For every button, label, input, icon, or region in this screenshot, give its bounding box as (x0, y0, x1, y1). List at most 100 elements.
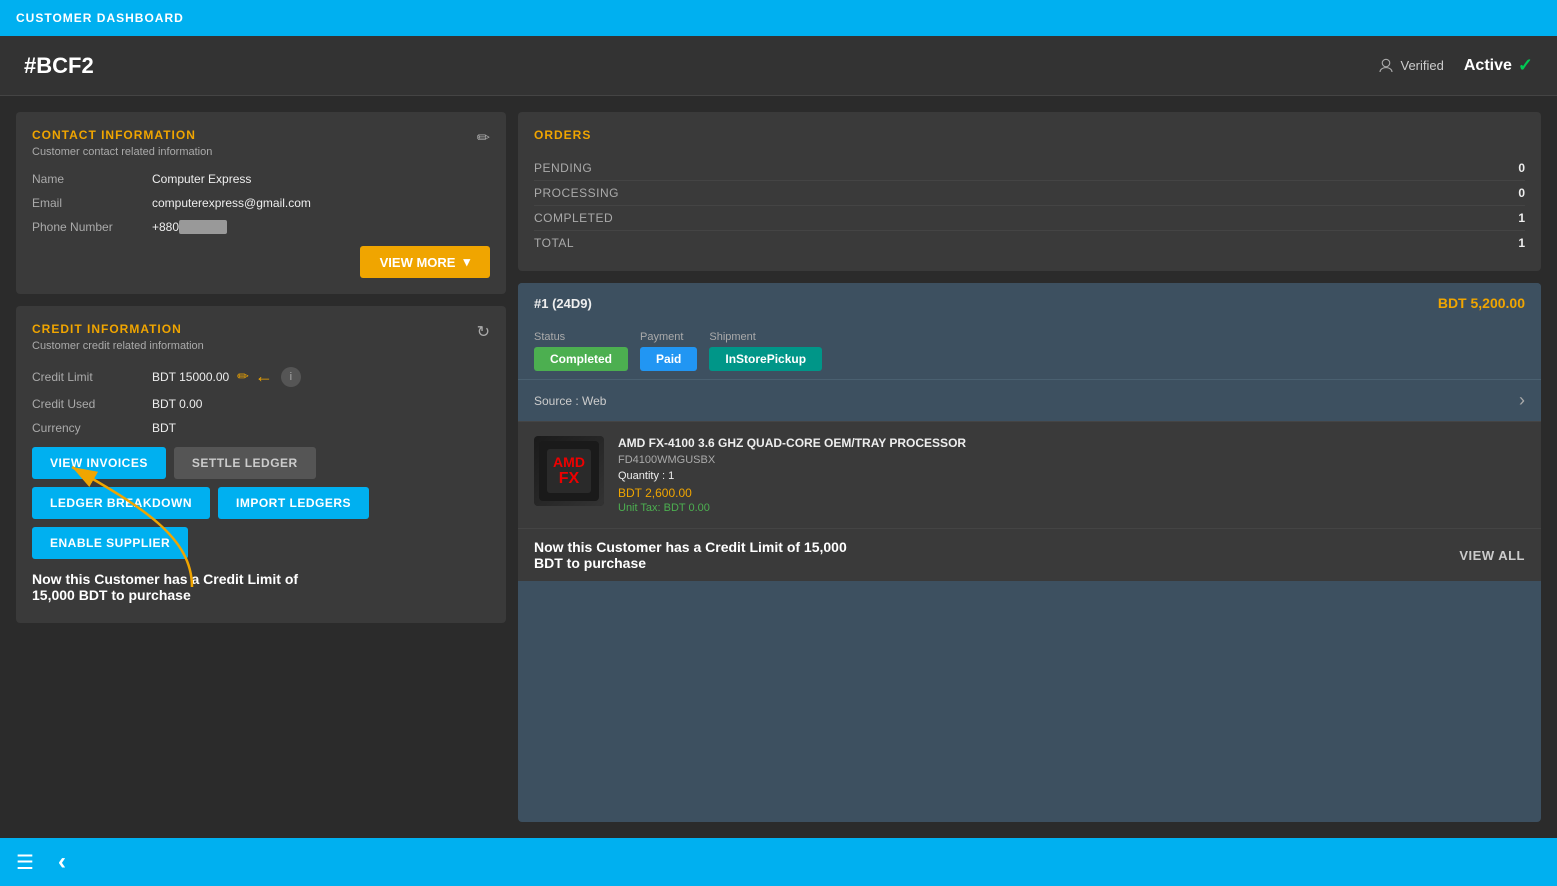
currency-label: Currency (32, 421, 152, 435)
view-more-button[interactable]: VIEW MORE ▾ (360, 246, 490, 278)
credit-subtitle: Customer credit related information (32, 340, 204, 352)
back-icon[interactable]: ‹ (58, 848, 66, 876)
credit-used-label: Credit Used (32, 397, 152, 411)
order-id: #1 (24D9) (534, 296, 592, 311)
orders-card: ORDERS PENDING 0 PROCESSING 0 COMPLETED … (518, 112, 1541, 271)
email-label: Email (32, 196, 152, 210)
completed-label: COMPLETED (534, 211, 613, 225)
customer-id: #BCF2 (24, 53, 94, 79)
phone-row: Phone Number +880 (32, 220, 490, 234)
menu-icon[interactable]: ☰ (16, 850, 34, 875)
credit-limit-value: BDT 15000.00 (152, 370, 229, 384)
pending-label: PENDING (534, 161, 592, 175)
credit-limit-row: Credit Limit BDT 15000.00 ✏ ← i (32, 366, 490, 387)
contact-edit-button[interactable]: ✏ (477, 128, 490, 148)
order-amount: BDT 5,200.00 (1438, 295, 1525, 311)
settle-ledger-button[interactable]: SETTLE LEDGER (174, 447, 316, 479)
header-row: #BCF2 Verified Active ✓ (0, 36, 1557, 96)
orders-processing-row: PROCESSING 0 (534, 181, 1525, 206)
app-title: CUSTOMER DASHBOARD (16, 11, 184, 25)
payment-label: Payment (640, 331, 697, 343)
product-quantity: Quantity : 1 (618, 470, 1525, 482)
contact-subtitle: Customer contact related information (32, 146, 212, 158)
status-label: Status (534, 331, 628, 343)
orders-table: PENDING 0 PROCESSING 0 COMPLETED 1 TOTAL… (534, 156, 1525, 255)
svg-text:FX: FX (559, 470, 580, 487)
orders-pending-row: PENDING 0 (534, 156, 1525, 181)
header-right: Verified Active ✓ (1377, 55, 1534, 76)
annotation-bottom: Now this Customer has a Credit Limit of … (534, 539, 874, 571)
credit-card: CREDIT INFORMATION Customer credit relat… (16, 306, 506, 623)
product-info: AMD FX-4100 3.6 GHZ QUAD-CORE OEM/TRAY P… (618, 436, 1525, 514)
arrow-right-icon: ← (255, 366, 273, 387)
product-image: AMD FX (534, 436, 604, 506)
verified-badge: Verified (1377, 57, 1444, 75)
order-detail-card: #1 (24D9) BDT 5,200.00 Status Completed … (518, 283, 1541, 822)
credit-used-row: Credit Used BDT 0.00 (32, 397, 490, 411)
svg-text:AMD: AMD (553, 454, 585, 470)
view-invoices-button[interactable]: VIEW INVOICES (32, 447, 166, 479)
main-content: CONTACT INFORMATION Customer contact rel… (0, 96, 1557, 838)
active-badge: Active ✓ (1464, 55, 1533, 76)
active-label: Active (1464, 57, 1512, 75)
right-panel: ORDERS PENDING 0 PROCESSING 0 COMPLETED … (518, 112, 1541, 822)
product-price: BDT 2,600.00 (618, 486, 1525, 500)
name-label: Name (32, 172, 152, 186)
status-badge: Completed (534, 347, 628, 371)
name-value: Computer Express (152, 172, 251, 186)
status-col: Status Completed (534, 331, 628, 371)
annotation-bottom-text: Now this Customer has a Credit Limit of … (534, 539, 847, 571)
phone-prefix: +880 (152, 220, 179, 234)
phone-blur (179, 220, 227, 234)
contact-card: CONTACT INFORMATION Customer contact rel… (16, 112, 506, 294)
view-all-button[interactable]: VIEW ALL (1459, 548, 1525, 563)
payment-col: Payment Paid (640, 331, 697, 371)
view-more-label: VIEW MORE (380, 255, 456, 270)
left-panel: CONTACT INFORMATION Customer contact rel… (16, 112, 506, 822)
order-header: #1 (24D9) BDT 5,200.00 (518, 283, 1541, 323)
shipment-label: Shipment (709, 331, 822, 343)
email-value: computerexpress@gmail.com (152, 196, 311, 210)
info-icon[interactable]: i (281, 367, 301, 387)
annotation-text: Now this Customer has a Credit Limit of … (32, 567, 312, 607)
verified-label: Verified (1401, 58, 1444, 73)
action-buttons: VIEW INVOICES SETTLE LEDGER LEDGER BREAK… (32, 447, 490, 559)
currency-value: BDT (152, 421, 176, 435)
pending-value: 0 (1518, 161, 1525, 175)
orders-completed-row: COMPLETED 1 (534, 206, 1525, 231)
chip-svg: AMD FX (539, 441, 599, 501)
shipment-badge: InStorePickup (709, 347, 822, 371)
enable-supplier-button[interactable]: ENABLE SUPPLIER (32, 527, 188, 559)
verified-icon (1377, 57, 1395, 75)
chevron-down-icon: ▾ (463, 254, 470, 270)
check-icon: ✓ (1518, 55, 1533, 76)
email-row: Email computerexpress@gmail.com (32, 196, 490, 210)
top-bar: CUSTOMER DASHBOARD (0, 0, 1557, 36)
ledger-breakdown-button[interactable]: LEDGER BREAKDOWN (32, 487, 210, 519)
credit-title: CREDIT INFORMATION (32, 322, 204, 336)
orders-total-row: TOTAL 1 (534, 231, 1525, 255)
import-ledgers-button[interactable]: IMPORT LEDGERS (218, 487, 369, 519)
payment-badge: Paid (640, 347, 697, 371)
name-row: Name Computer Express (32, 172, 490, 186)
total-label: TOTAL (534, 236, 574, 250)
product-name: AMD FX-4100 3.6 GHZ QUAD-CORE OEM/TRAY P… (618, 436, 1525, 450)
product-row: AMD FX AMD FX-4100 3.6 GHZ QUAD-CORE OEM… (518, 421, 1541, 528)
credit-limit-edit-icon[interactable]: ✏ (237, 368, 249, 385)
completed-value: 1 (1518, 211, 1525, 225)
product-tax: Unit Tax: BDT 0.00 (618, 502, 1525, 514)
total-value: 1 (1518, 236, 1525, 250)
credit-used-value: BDT 0.00 (152, 397, 202, 411)
credit-limit-label: Credit Limit (32, 370, 152, 384)
shipment-col: Shipment InStorePickup (709, 331, 822, 371)
chevron-right-icon: › (1519, 390, 1525, 411)
credit-refresh-button[interactable]: ↻ (477, 322, 490, 342)
product-sku: FD4100WMGUSBX (618, 454, 1525, 466)
status-row: Status Completed Payment Paid Shipment I… (518, 323, 1541, 379)
orders-title: ORDERS (534, 128, 1525, 142)
source-row[interactable]: Source : Web › (518, 379, 1541, 421)
processing-label: PROCESSING (534, 186, 619, 200)
bottom-bar: ☰ ‹ (0, 838, 1557, 886)
contact-title: CONTACT INFORMATION (32, 128, 212, 142)
amd-chip-image: AMD FX (534, 436, 604, 506)
